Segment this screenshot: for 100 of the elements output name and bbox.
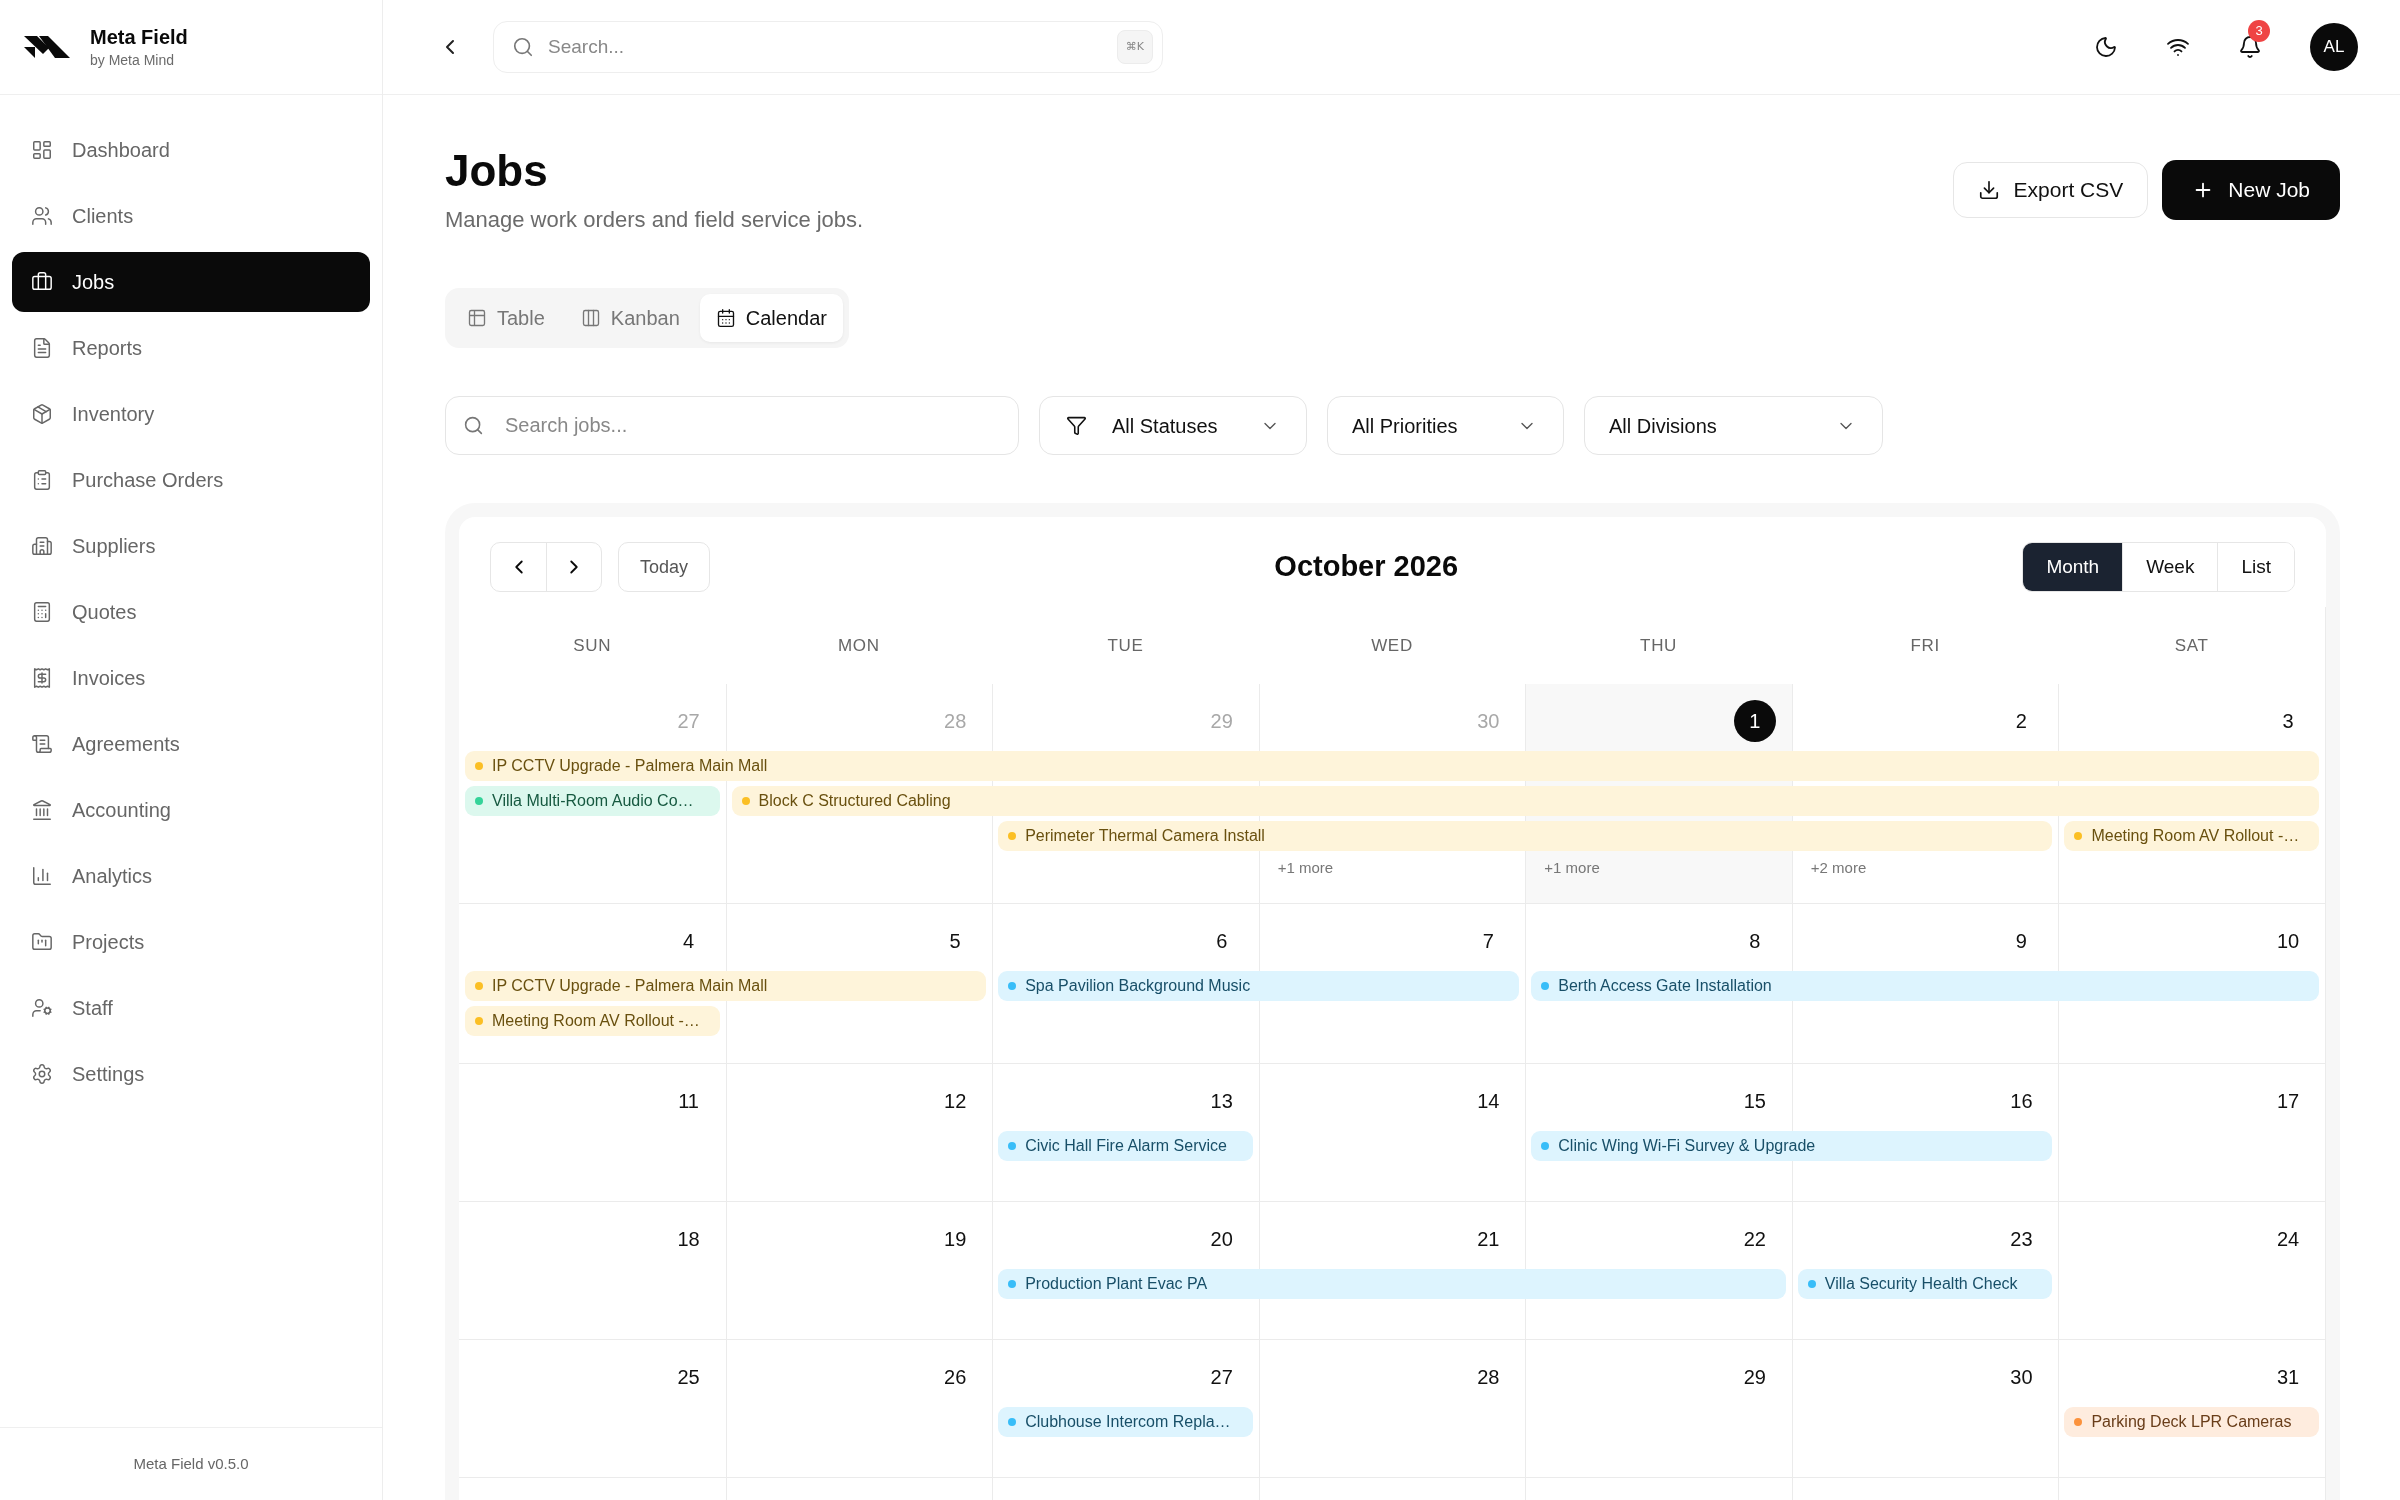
sidebar-item[interactable]: Invoices (12, 648, 370, 708)
filter-dropdown[interactable]: All Statuses (1039, 396, 1307, 455)
more-events-link[interactable]: +1 more (1544, 857, 1600, 880)
today-button[interactable]: Today (618, 542, 711, 592)
day-number: 30 (2010, 1365, 2033, 1389)
day-number: 22 (1743, 1227, 1766, 1251)
day-number: 24 (2276, 1227, 2300, 1251)
event-bar[interactable]: Parking Deck LPR Cameras (2064, 1407, 2319, 1437)
bank-icon (31, 799, 53, 821)
weekday-label: THU (1640, 634, 1678, 657)
day-number: 7 (1482, 929, 1494, 953)
clipboard-icon (31, 469, 53, 491)
bar-chart-icon (31, 865, 53, 887)
day-number: 29 (1743, 1365, 1766, 1389)
brand-tagline: by Meta Mind (90, 51, 176, 70)
event-bar[interactable]: Villa Multi-Room Audio Co… (465, 786, 720, 816)
view-option[interactable]: Month (2023, 543, 2123, 591)
view-tab[interactable]: Table (451, 294, 561, 342)
notifications-icon[interactable] (2238, 35, 2262, 59)
view-option[interactable]: List (2217, 543, 2294, 591)
day-number: 28 (1477, 1365, 1500, 1389)
moon-icon[interactable] (2094, 35, 2118, 59)
funnel-icon (1066, 415, 1087, 436)
table-icon (467, 308, 487, 328)
day-number: 8 (1749, 929, 1761, 953)
sidebar-item[interactable]: Inventory (12, 384, 370, 444)
day-number: 12 (944, 1089, 967, 1113)
sidebar-item[interactable]: Analytics (12, 846, 370, 906)
receipt-icon (31, 667, 53, 689)
day-number: 2 (2015, 709, 2027, 733)
day-number: 27 (1210, 1365, 1233, 1389)
weekday-label: TUE (1107, 634, 1144, 657)
event-bar[interactable]: Block C Structured Cabling (731, 786, 2319, 816)
day-number: 20 (1210, 1227, 1233, 1251)
settings-icon (31, 1063, 53, 1085)
day-number: 6 (1216, 929, 1228, 953)
user-gear-icon (31, 997, 53, 1019)
calculator-icon (31, 601, 53, 623)
day-number: 14 (1477, 1089, 1500, 1113)
filter-dropdown[interactable]: All Divisions (1584, 396, 1883, 455)
notification-count: 3 (2248, 20, 2270, 42)
view-tab[interactable]: Calendar (699, 294, 843, 342)
view-tab[interactable]: Kanban (564, 294, 696, 342)
day-number: 4 (683, 929, 695, 953)
event-bar[interactable]: Villa Security Health Check (1797, 1269, 2053, 1299)
more-events-link[interactable]: +1 more (1277, 857, 1334, 880)
event-bar[interactable]: Meeting Room AV Rollout -… (2064, 821, 2319, 851)
filter-dropdown[interactable]: All Priorities (1327, 396, 1564, 455)
sidebar-item[interactable]: Jobs (12, 252, 370, 312)
job-search-field[interactable]: Search jobs... (445, 396, 1019, 455)
sidebar-item[interactable]: Accounting (12, 780, 370, 840)
day-number: 25 (677, 1365, 700, 1389)
event-bar[interactable]: Spa Pavilion Background Music (998, 971, 1520, 1001)
event-bar[interactable]: Perimeter Thermal Camera Install (998, 821, 2053, 851)
sidebar-item[interactable]: Reports (12, 318, 370, 378)
day-number: 5 (949, 929, 961, 953)
box-icon (31, 403, 53, 425)
day-number: 17 (2276, 1089, 2300, 1113)
building-icon (31, 535, 53, 557)
day-number: 21 (1477, 1227, 1500, 1251)
day-number: 13 (1210, 1089, 1233, 1113)
day-number: 3 (2282, 709, 2294, 733)
day-number: 1 (1749, 709, 1761, 733)
event-bar[interactable]: Berth Access Gate Installation (1531, 971, 2319, 1001)
day-number: 16 (2010, 1089, 2033, 1113)
event-bar[interactable]: Meeting Room AV Rollout -… (465, 1006, 720, 1036)
event-bar[interactable]: Civic Hall Fire Alarm Service (998, 1131, 1253, 1161)
day-number: 23 (2010, 1227, 2033, 1251)
sidebar-item[interactable]: Suppliers (12, 516, 370, 576)
sidebar-item[interactable]: Staff (12, 978, 370, 1038)
sidebar-item[interactable]: Dashboard (12, 120, 370, 180)
event-bar[interactable]: Clinic Wing Wi-Fi Survey & Upgrade (1531, 1131, 2053, 1161)
day-number: 27 (677, 709, 700, 733)
sidebar-item[interactable]: Clients (12, 186, 370, 246)
layout-icon (31, 139, 53, 161)
sidebar-item[interactable]: Settings (12, 1044, 370, 1104)
day-number: 9 (2015, 929, 2027, 953)
sidebar-item[interactable]: Quotes (12, 582, 370, 642)
day-number: 11 (678, 1089, 699, 1113)
day-number: 15 (1743, 1089, 1766, 1113)
version-label: Meta Field v0.5.0 (133, 1453, 249, 1474)
sidebar-item[interactable]: Projects (12, 912, 370, 972)
search-icon (512, 36, 534, 58)
day-number: 19 (944, 1227, 967, 1251)
export-button[interactable]: Export CSV (1952, 162, 2149, 218)
briefcase-icon (31, 271, 53, 293)
event-bar[interactable]: Production Plant Evac PA (998, 1269, 1786, 1299)
calendar-title: October 2026 (1274, 549, 1459, 585)
event-bar[interactable]: IP CCTV Upgrade - Palmera Main Mall (465, 971, 987, 1001)
shortcut-hint: ⌘K (1116, 30, 1153, 64)
day-number: 30 (1477, 709, 1500, 733)
event-bar[interactable]: Clubhouse Intercom Repla… (998, 1407, 1253, 1437)
avatar[interactable]: AL (2310, 23, 2358, 71)
sidebar-item[interactable]: Agreements (12, 714, 370, 774)
new-job-button[interactable]: New Job (2162, 160, 2340, 220)
more-events-link[interactable]: +2 more (1810, 857, 1867, 880)
event-bar[interactable]: IP CCTV Upgrade - Palmera Main Mall (465, 751, 2319, 781)
day-number: 28 (944, 709, 967, 733)
sidebar-item[interactable]: Purchase Orders (12, 450, 370, 510)
download-icon (1977, 179, 2000, 201)
